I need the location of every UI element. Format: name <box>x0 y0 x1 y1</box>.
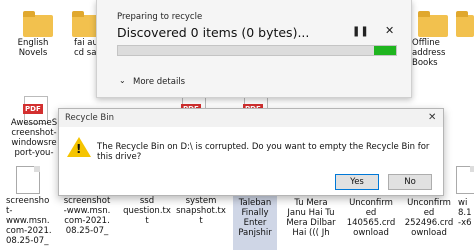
dialog-message: The Recycle Bin on D:\ is corrupted. Do … <box>97 142 430 162</box>
recycle-bin-dialog: Recycle Bin ✕ ! The Recycle Bin on D:\ i… <box>58 108 444 196</box>
close-icon[interactable]: ✕ <box>385 24 394 37</box>
progress-summary: Discovered 0 items (0 bytes)... <box>117 25 310 40</box>
recycle-progress-dialog: Preparing to recycle Discovered 0 items … <box>96 0 412 98</box>
close-icon[interactable]: ✕ <box>428 112 436 123</box>
chevron-down-icon: ⌄ <box>119 76 126 85</box>
warning-icon: ! <box>67 137 91 157</box>
folder-icon <box>456 11 474 37</box>
folder-icon <box>23 11 53 37</box>
desktop-icon-label: system snapshot.tx t <box>176 196 226 226</box>
pause-icon[interactable]: ❚❚ <box>352 26 369 37</box>
desktop-icon-label: English Novels <box>17 38 49 58</box>
desktop-icon-label: ssd question.tx t <box>123 196 171 226</box>
desktop-icon-label: Offline address Books <box>412 38 446 68</box>
desktop-icon-label: Taleban Finally Enter Panjshir <box>238 198 272 238</box>
desktop-icon-label: screenshot -www.msn. com-2021. 08.25-07_ <box>63 196 111 236</box>
more-details-toggle[interactable]: ⌄ More details <box>119 76 186 87</box>
file-icon[interactable] <box>456 166 474 194</box>
progress-bar-fill <box>373 46 396 55</box>
dialog-title: Recycle Bin <box>65 113 115 123</box>
file-icon[interactable] <box>16 166 40 194</box>
desktop-icon-label: screensho t-www.msn. com-2021. 08.25-07_ <box>6 196 52 246</box>
desktop-icon-label: Tu Mera Janu Hai Tu Mera Dilbar Hai ((( … <box>286 198 336 238</box>
desktop-icon-label: Unconfirm ed 140565.crd ownload <box>346 198 396 238</box>
dialog-titlebar: Recycle Bin ✕ <box>59 109 443 127</box>
desktop-icon-label: Unconfirm ed 252496.crd ownload <box>404 198 454 238</box>
progress-bar <box>117 45 397 56</box>
desktop-icon-label: wi 8.1 -x6 <box>458 198 472 228</box>
more-details-label: More details <box>133 77 186 87</box>
folder-icon <box>418 11 448 37</box>
desktop-icon-label: AwesomeS creenshot- windowsre port-you- <box>10 118 58 158</box>
yes-button[interactable]: Yes <box>335 174 379 190</box>
no-button[interactable]: No <box>388 174 432 190</box>
progress-status: Preparing to recycle <box>117 12 203 22</box>
